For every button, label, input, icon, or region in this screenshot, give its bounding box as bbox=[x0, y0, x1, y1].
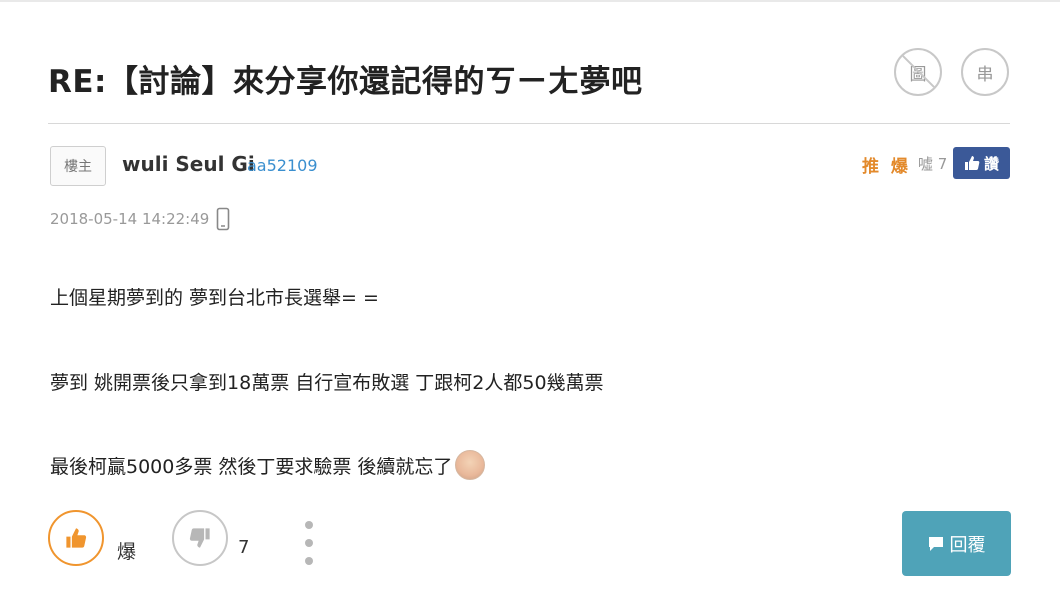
comment-icon bbox=[928, 536, 943, 551]
thumbs-up-icon bbox=[66, 528, 87, 548]
owner-badge: 樓主 bbox=[50, 146, 106, 186]
reply-button-label: 回覆 bbox=[949, 534, 986, 556]
picture-off-icon bbox=[899, 52, 939, 92]
post-content-line: 上個星期夢到的 夢到台北市長選舉= = bbox=[50, 287, 379, 309]
thumbs-up-icon bbox=[964, 156, 980, 170]
more-options-button[interactable] bbox=[302, 521, 316, 565]
thread-button-label: 串 bbox=[976, 64, 994, 85]
title-divider bbox=[48, 123, 1010, 124]
push-count: 推 爆 bbox=[862, 157, 911, 177]
post-timestamp: 2018-05-14 14:22:49 bbox=[50, 210, 210, 228]
author-name[interactable]: wuli Seul Gi bbox=[122, 152, 255, 176]
facebook-like-label: 讚 bbox=[983, 154, 999, 173]
post-content-line: 夢到 姚開票後只拿到18萬票 自行宣布敗選 丁跟柯2人都50幾萬票 bbox=[50, 372, 604, 394]
more-vertical-icon bbox=[305, 521, 313, 529]
dislike-count: 7 bbox=[238, 537, 250, 558]
more-dot bbox=[305, 539, 313, 547]
post-content-line: 最後柯贏5000多票 然後丁要求驗票 後續就忘了 bbox=[50, 449, 486, 483]
reply-button[interactable]: 回覆 bbox=[902, 511, 1011, 576]
thumbs-down-icon bbox=[189, 528, 210, 548]
dislike-button[interactable] bbox=[172, 510, 228, 566]
elderly-face-emoji-icon bbox=[455, 449, 486, 480]
boo-count: 噓 7 bbox=[918, 155, 948, 173]
picture-toggle-button[interactable]: 圖 bbox=[894, 48, 942, 96]
post-content-text: 最後柯贏5000多票 然後丁要求驗票 後續就忘了 bbox=[50, 456, 453, 478]
like-count: 爆 bbox=[117, 541, 137, 563]
mobile-phone-icon bbox=[216, 207, 230, 231]
more-dot bbox=[305, 557, 313, 565]
author-id-link[interactable]: aa52109 bbox=[247, 156, 318, 175]
thread-button[interactable]: 串 bbox=[961, 48, 1009, 96]
like-button[interactable] bbox=[48, 510, 104, 566]
top-border bbox=[0, 0, 1060, 2]
post-title: RE:【討論】來分享你還記得的ㄎㄧㄤ夢吧 bbox=[48, 64, 643, 100]
facebook-like-button[interactable]: 讚 bbox=[953, 147, 1010, 179]
